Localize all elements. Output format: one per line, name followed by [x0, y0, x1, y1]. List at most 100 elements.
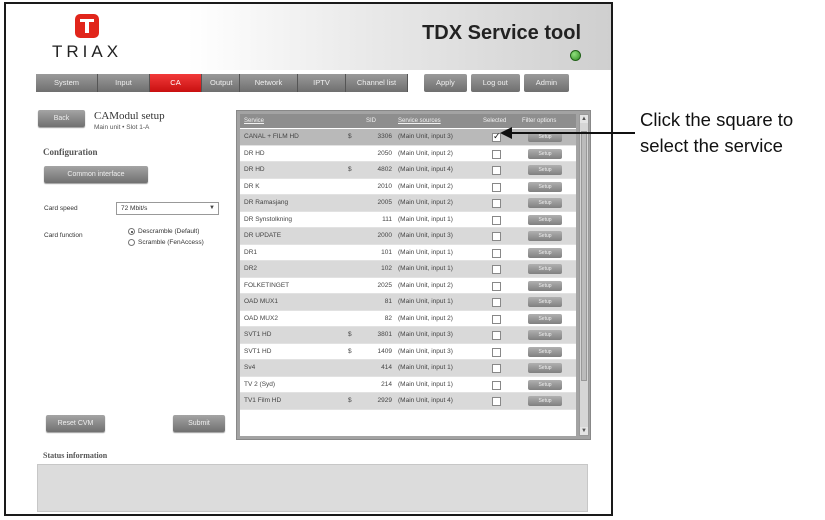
service-sid: 2025 [377, 281, 392, 289]
filter-setup-button[interactable]: Setup [528, 379, 562, 390]
filter-setup-button[interactable]: Setup [528, 396, 562, 406]
service-name: TV1 Film HD [244, 397, 282, 404]
col-service[interactable]: Service [244, 114, 264, 128]
col-service-sources[interactable]: Service sources [398, 114, 441, 128]
radio-descramble[interactable]: Descramble (Default) [128, 228, 199, 235]
common-interface-button[interactable]: Common interface [44, 166, 148, 183]
service-name: SVT1 HD [244, 331, 272, 338]
tab-system[interactable]: System [36, 74, 98, 92]
service-name: OAD MUX2 [244, 314, 278, 322]
filter-setup-button[interactable]: Setup [528, 346, 562, 357]
filter-setup-button[interactable]: Setup [528, 313, 562, 324]
radio-descramble-label: Descramble (Default) [138, 228, 200, 235]
reset-cvm-button[interactable]: Reset CVM [46, 415, 105, 432]
service-table: Service SID Service sources Selected Fil… [240, 114, 576, 436]
service-source: (Main Unit, input 1) [398, 248, 453, 256]
tab-input[interactable]: Input [98, 74, 150, 92]
screenshot-frame: TRIAX TDX Service tool System Input CA M… [4, 2, 613, 516]
page-subtitle: Main unit • Slot 1-A [94, 124, 150, 131]
back-button[interactable]: Back [38, 110, 85, 127]
select-checkbox[interactable] [492, 166, 501, 175]
radio-unselected-icon[interactable] [128, 239, 135, 246]
scroll-up-icon[interactable]: ▲ [580, 115, 588, 123]
select-checkbox[interactable] [492, 331, 501, 340]
filter-setup-button[interactable]: Setup [528, 297, 562, 307]
encrypted-icon: $ [348, 347, 352, 355]
service-sid: 2005 [377, 199, 392, 206]
select-checkbox[interactable] [492, 380, 501, 390]
table-row[interactable]: DR HD $4802 (Main Unit, input 4) Setup [240, 162, 576, 179]
service-source: (Main Unit, input 3) [398, 331, 453, 338]
apply-button[interactable]: Apply [424, 74, 467, 92]
filter-setup-button[interactable]: Setup [528, 264, 562, 274]
card-speed-select[interactable]: 72 Mbit/s ▼ [116, 202, 219, 215]
filter-setup-button[interactable]: Setup [528, 148, 562, 159]
table-row[interactable]: DR K 2010 (Main Unit, input 2) Setup [240, 179, 576, 195]
select-checkbox[interactable] [492, 149, 501, 159]
select-checkbox[interactable] [492, 232, 501, 241]
filter-setup-button[interactable]: Setup [528, 198, 562, 208]
service-source: (Main Unit, input 1) [398, 380, 453, 388]
radio-scramble[interactable]: Scramble (FenAccess) [128, 239, 204, 246]
service-source: (Main Unit, input 2) [398, 314, 453, 322]
table-row[interactable]: SVT1 HD $3801 (Main Unit, input 3) Setup [240, 327, 576, 344]
select-checkbox[interactable] [492, 364, 501, 373]
scroll-down-icon[interactable]: ▼ [580, 427, 588, 435]
select-checkbox[interactable] [492, 314, 501, 324]
select-checkbox[interactable] [492, 248, 501, 258]
service-source: (Main Unit, input 3) [398, 133, 453, 140]
select-checkbox[interactable] [492, 298, 501, 307]
table-row[interactable]: OAD MUX2 82 (Main Unit, input 2) Setup [240, 311, 576, 327]
select-checkbox[interactable] [492, 215, 501, 225]
table-row[interactable]: SVT1 HD $1409 (Main Unit, input 3) Setup [240, 344, 576, 360]
col-filter-options: Filter options [522, 118, 557, 124]
table-row[interactable]: Sv4 414 (Main Unit, input 1) Setup [240, 360, 576, 377]
table-row[interactable]: DR2 102 (Main Unit, input 1) Setup [240, 261, 576, 278]
tab-output[interactable]: Output [202, 74, 240, 92]
col-sid: SID [366, 118, 377, 124]
filter-setup-button[interactable]: Setup [528, 165, 562, 175]
table-row[interactable]: DR1 101 (Main Unit, input 1) Setup [240, 245, 576, 261]
filter-setup-button[interactable]: Setup [528, 280, 562, 291]
table-row[interactable]: DR HD 2050 (Main Unit, input 2) Setup [240, 146, 576, 162]
filter-setup-button[interactable]: Setup [528, 247, 562, 258]
filter-setup-button[interactable]: Setup [528, 181, 562, 192]
filter-setup-button[interactable]: Setup [528, 363, 562, 373]
select-checkbox[interactable] [492, 281, 501, 291]
select-checkbox[interactable] [492, 265, 501, 274]
service-source: (Main Unit, input 4) [398, 397, 453, 404]
app-title: TDX Service tool [422, 22, 581, 44]
table-row[interactable]: OAD MUX1 81 (Main Unit, input 1) Setup [240, 294, 576, 311]
logout-button[interactable]: Log out [470, 74, 520, 92]
table-row[interactable]: TV1 Film HD $2929 (Main Unit, input 4) Setu… [240, 393, 576, 410]
filter-setup-button[interactable]: Setup [528, 231, 562, 241]
scroll-thumb[interactable] [581, 131, 587, 381]
select-checkbox[interactable] [492, 182, 501, 192]
tab-iptv[interactable]: IPTV [298, 74, 346, 92]
select-checkbox[interactable] [492, 397, 501, 406]
tab-ca-modules[interactable]: CA Modules [150, 74, 202, 105]
tab-network[interactable]: Network [240, 74, 298, 92]
service-name: CANAL + FILM HD [244, 133, 299, 140]
table-row[interactable]: TV 2 (Syd) 214 (Main Unit, input 1) Setup [240, 377, 576, 393]
page-title: CAModul setup [94, 110, 165, 122]
table-row[interactable]: FOLKETINGET 2025 (Main Unit, input 2) Setup [240, 278, 576, 294]
select-checkbox[interactable] [492, 347, 501, 357]
service-name: Sv4 [244, 364, 256, 371]
table-scrollbar[interactable]: ▲ ▼ [579, 114, 589, 436]
table-row[interactable]: DR Synstolkning 111 (Main Unit, input 1) Se… [240, 212, 576, 228]
table-row[interactable]: DR Ramasjang 2005 (Main Unit, input 2) Setu… [240, 195, 576, 212]
submit-button[interactable]: Submit [173, 415, 225, 432]
service-source: (Main Unit, input 2) [398, 149, 453, 157]
filter-setup-button[interactable]: Setup [528, 214, 562, 225]
admin-button[interactable]: Admin [523, 74, 570, 92]
filter-setup-button[interactable]: Setup [528, 330, 562, 340]
tab-channel-list[interactable]: Channel list [346, 74, 408, 92]
service-name: DR K [244, 182, 260, 190]
table-row[interactable]: DR UPDATE 2000 (Main Unit, input 3) Setup [240, 228, 576, 245]
radio-selected-icon[interactable] [128, 228, 135, 235]
select-checkbox[interactable] [492, 199, 501, 208]
encrypted-icon: $ [348, 166, 352, 173]
service-sid: 1409 [377, 347, 392, 355]
status-led-icon [570, 50, 581, 61]
